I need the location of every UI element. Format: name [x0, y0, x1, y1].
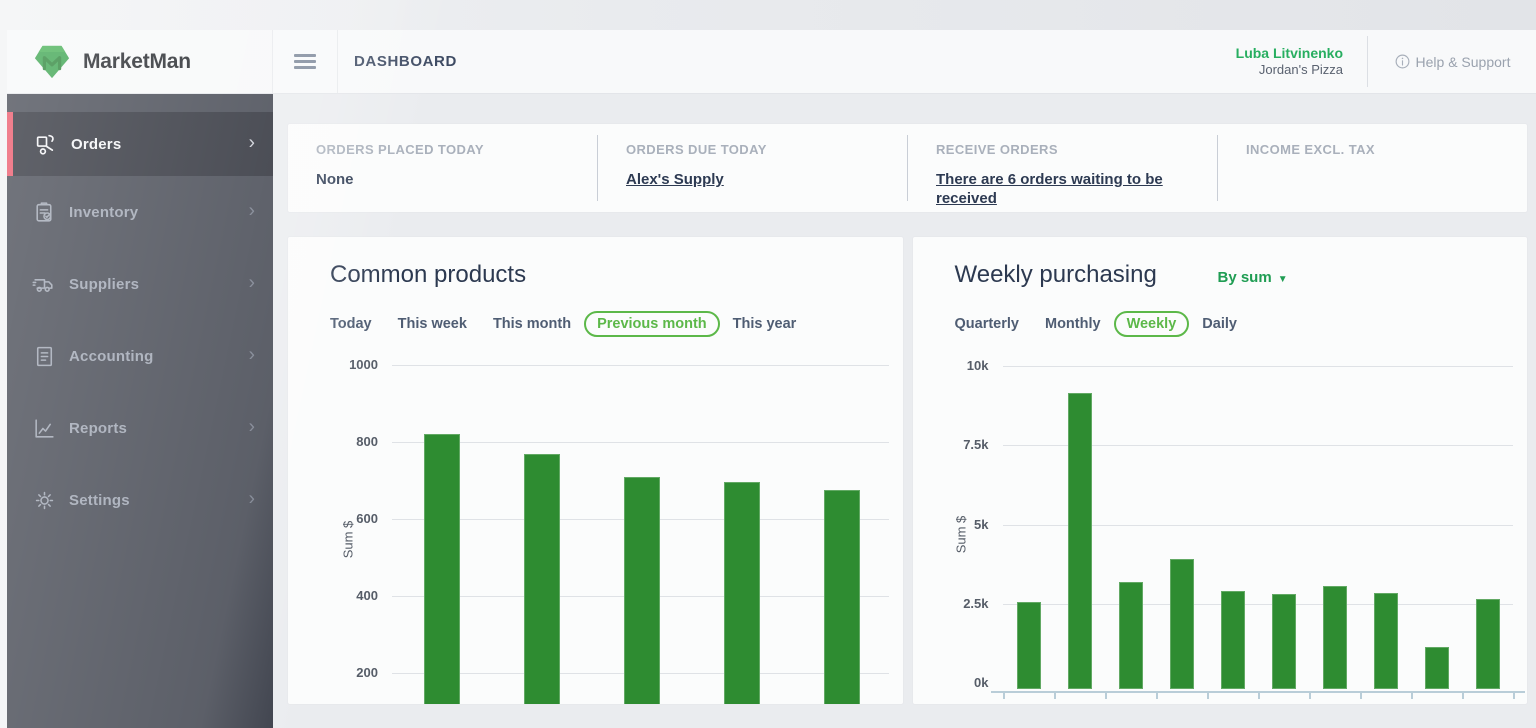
sidebar: Orders › Inventory ›	[7, 93, 273, 728]
chevron-right-icon: ›	[249, 418, 255, 437]
sidebar-item-label: Settings	[69, 492, 130, 509]
stat-income-excl-tax: INCOME EXCL. TAX	[1218, 124, 1527, 212]
axis-tick	[1003, 691, 1005, 699]
y-axis-title: Sum $	[953, 505, 968, 565]
user-menu[interactable]: Luba Litvinenko Jordan's Pizza	[1236, 30, 1367, 93]
hamburger-icon	[294, 51, 316, 73]
sidebar-item-orders[interactable]: Orders ›	[7, 112, 273, 176]
sidebar-item-accounting[interactable]: Accounting ›	[7, 320, 273, 392]
bar[interactable]	[1476, 599, 1500, 689]
help-support-label: Help & Support	[1416, 54, 1511, 70]
axis-tick	[1207, 691, 1209, 699]
axis-tick	[1462, 691, 1464, 699]
gridline	[392, 365, 889, 366]
user-name: Luba Litvinenko	[1236, 45, 1343, 62]
axis-tick	[1513, 691, 1515, 699]
axis-tick	[1309, 691, 1311, 699]
axis-tick	[1360, 691, 1362, 699]
stat-label: ORDERS PLACED TODAY	[316, 142, 597, 157]
help-support-button[interactable]: Help & Support	[1368, 30, 1536, 93]
bar[interactable]	[1170, 559, 1194, 689]
bar[interactable]	[624, 477, 660, 705]
stat-receive-orders: RECEIVE ORDERS There are 6 orders waitin…	[908, 124, 1217, 212]
stat-link[interactable]: There are 6 orders waiting to be receive…	[936, 170, 1201, 208]
y-tick-label: 0k	[941, 675, 989, 690]
bar[interactable]	[1374, 593, 1398, 689]
gridline	[1003, 366, 1513, 367]
sidebar-item-reports[interactable]: Reports ›	[7, 392, 273, 464]
charts-row: Common products TodayThis weekThis month…	[287, 236, 1528, 705]
axis-tick	[1054, 691, 1056, 699]
sidebar-item-label: Accounting	[69, 348, 154, 365]
sidebar-item-inventory[interactable]: Inventory ›	[7, 176, 273, 248]
stat-orders-placed-today: ORDERS PLACED TODAY None	[288, 124, 597, 212]
chart-icon	[31, 415, 57, 441]
bar[interactable]	[824, 490, 860, 705]
user-company: Jordan's Pizza	[1259, 62, 1343, 78]
gridline	[392, 442, 889, 443]
bar[interactable]	[1119, 582, 1143, 689]
stat-label: ORDERS DUE TODAY	[626, 142, 907, 157]
chevron-right-icon: ›	[249, 274, 255, 293]
stat-value: None	[316, 170, 581, 189]
chevron-right-icon: ›	[249, 490, 255, 509]
chevron-right-icon: ›	[249, 346, 255, 365]
sidebar-item-label: Suppliers	[69, 276, 139, 293]
y-tick-label: 5k	[941, 517, 989, 532]
stat-orders-due-today: ORDERS DUE TODAY Alex's Supply	[598, 124, 907, 212]
stat-label: INCOME EXCL. TAX	[1246, 142, 1527, 157]
axis-tick	[1258, 691, 1260, 699]
chevron-right-icon: ›	[249, 202, 255, 221]
gear-icon	[31, 487, 57, 513]
sidebar-item-label: Inventory	[69, 204, 138, 221]
hand-truck-icon	[33, 131, 59, 157]
y-tick-label: 1000	[330, 357, 378, 372]
y-tick-label: 600	[330, 511, 378, 526]
delivery-truck-icon	[31, 271, 57, 297]
sidebar-nav: Orders › Inventory ›	[7, 112, 273, 536]
sidebar-item-settings[interactable]: Settings ›	[7, 464, 273, 536]
chevron-right-icon: ›	[249, 134, 255, 153]
weekly-purchasing-card: Weekly purchasing By sum▼ QuarterlyMonth…	[912, 236, 1529, 705]
invoice-icon	[31, 343, 57, 369]
axis-tick	[1411, 691, 1413, 699]
y-tick-label: 7.5k	[941, 437, 989, 452]
y-tick-label: 800	[330, 434, 378, 449]
info-icon	[1394, 53, 1411, 70]
bar[interactable]	[1272, 594, 1296, 689]
y-tick-label: 400	[330, 588, 378, 603]
sidebar-item-label: Orders	[71, 136, 121, 153]
sidebar-item-label: Reports	[69, 420, 127, 437]
bar[interactable]	[1323, 586, 1347, 689]
bar[interactable]	[724, 482, 760, 705]
stats-bar: ORDERS PLACED TODAY None ORDERS DUE TODA…	[287, 123, 1528, 213]
bar-chart-plot: Sum $10k7.5k5k2.5k0k17 - 117 - 217 - 317…	[913, 237, 1528, 704]
y-tick-label: 200	[330, 665, 378, 680]
header-spacer	[457, 30, 1236, 93]
app-frame: MarketMan DASHBOARD Luba Litvinenko Jord…	[7, 30, 1536, 728]
brand-name: MarketMan	[83, 50, 191, 74]
main-content: ORDERS PLACED TODAY None ORDERS DUE TODA…	[273, 93, 1536, 728]
bar[interactable]	[1221, 591, 1245, 689]
y-tick-label: 10k	[941, 358, 989, 373]
top-header: MarketMan DASHBOARD Luba Litvinenko Jord…	[7, 30, 1536, 94]
axis-tick	[1105, 691, 1107, 699]
bar[interactable]	[1425, 647, 1449, 689]
y-tick-label: 2.5k	[941, 596, 989, 611]
bar[interactable]	[1068, 393, 1092, 689]
stat-label: RECEIVE ORDERS	[936, 142, 1217, 157]
page-title: DASHBOARD	[354, 30, 457, 93]
bar[interactable]	[424, 434, 460, 705]
menu-toggle-button[interactable]	[273, 30, 338, 93]
clipboard-check-icon	[31, 199, 57, 225]
marketman-gem-icon	[31, 43, 73, 81]
sidebar-item-suppliers[interactable]: Suppliers ›	[7, 248, 273, 320]
bar[interactable]	[1017, 602, 1041, 689]
axis-tick	[1156, 691, 1158, 699]
common-products-card: Common products TodayThis weekThis month…	[287, 236, 904, 705]
bar-chart-plot: Sum $1000800600400200	[288, 237, 903, 704]
bar[interactable]	[524, 454, 560, 705]
stat-link[interactable]: Alex's Supply	[626, 170, 891, 189]
brand-logo[interactable]: MarketMan	[7, 30, 273, 93]
